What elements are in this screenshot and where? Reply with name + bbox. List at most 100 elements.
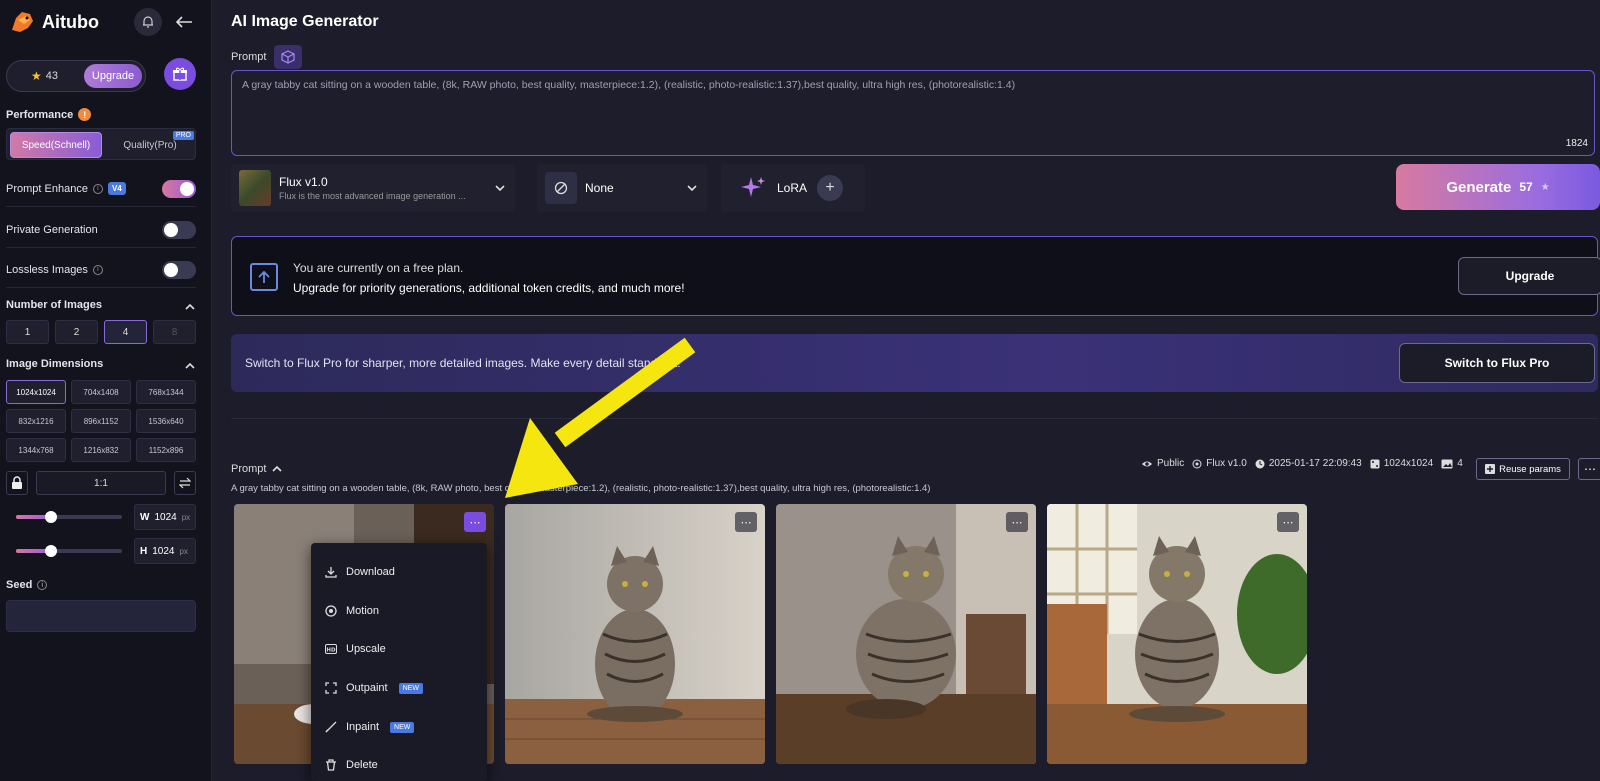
dimension-option[interactable]: 1536x640 (136, 409, 196, 433)
more-options-button[interactable]: ⋯ (1578, 458, 1600, 480)
image-menu-button[interactable]: ⋯ (1277, 512, 1299, 532)
height-slider[interactable] (16, 545, 122, 557)
sidebar: Aitubo ★ 43 Upgrade Performance ! Speed(… (0, 0, 212, 781)
prompt-enhance-toggle[interactable] (162, 179, 196, 198)
dimension-option[interactable]: 704x1408 (71, 380, 131, 404)
info-icon[interactable]: i (92, 264, 103, 275)
gift-icon (173, 67, 187, 81)
toggle-knob (164, 222, 178, 237)
private-generation-label: Private Generation (6, 224, 98, 236)
model-icon (1192, 459, 1202, 468)
menu-outpaint[interactable]: Outpaint NEW (325, 678, 423, 698)
slider-thumb[interactable] (44, 545, 57, 557)
divider (231, 418, 1598, 419)
menu-label: Motion (346, 605, 380, 617)
prompt-input[interactable]: A gray tabby cat sitting on a wooden tab… (231, 70, 1595, 156)
lossless-images-toggle[interactable] (162, 260, 196, 279)
result-image-4[interactable]: ⋯ (1047, 504, 1307, 764)
switch-flux-pro-button[interactable]: Switch to Flux Pro (1399, 343, 1595, 383)
count-option-4[interactable]: 4 (104, 320, 147, 344)
prompt-tools-button[interactable] (274, 45, 303, 69)
info-icon[interactable]: i (92, 183, 103, 194)
dimension-option[interactable]: 896x1152 (71, 409, 131, 433)
aspect-ratio-field[interactable]: 1:1 (36, 471, 166, 495)
seed-input[interactable] (6, 600, 196, 632)
width-slider[interactable] (16, 511, 122, 523)
meta-datetime-text: 2025-01-17 22:09:43 (1268, 458, 1362, 469)
meta-datetime: 2025-01-17 22:09:43 (1255, 458, 1362, 469)
image-menu-button[interactable]: ⋯ (735, 512, 757, 532)
menu-motion[interactable]: Motion (325, 601, 379, 621)
logo[interactable]: Aitubo (8, 8, 99, 36)
info-icon[interactable]: i (37, 580, 48, 590)
info-icon[interactable]: ! (78, 108, 92, 121)
upgrade-button[interactable]: Upgrade (84, 64, 142, 88)
chevron-up-icon (272, 465, 283, 472)
result-image-3[interactable]: ⋯ (776, 504, 1036, 764)
image-menu-button[interactable]: ⋯ (464, 512, 486, 532)
menu-label: Inpaint (346, 721, 380, 733)
motion-icon (325, 605, 337, 617)
model-thumbnail (239, 170, 271, 206)
collapse-sidebar-button[interactable] (172, 10, 196, 34)
history-prompt-header[interactable]: Prompt (231, 463, 283, 475)
prompt-char-count: 1824 (1565, 138, 1588, 149)
width-unit: px (181, 512, 191, 522)
eye-icon (1142, 461, 1152, 466)
number-of-images-label: Number of Images (6, 299, 102, 311)
swap-dimensions-button[interactable] (174, 471, 196, 495)
private-generation-toggle[interactable] (162, 220, 196, 239)
toggle-knob (180, 181, 194, 196)
model-select[interactable]: Flux v1.0 Flux is the most advanced imag… (231, 164, 515, 212)
image-menu-button[interactable]: ⋯ (1006, 512, 1028, 532)
reuse-params-button[interactable]: Reuse params (1476, 458, 1570, 480)
meta-size: 1024x1024 (1370, 458, 1433, 469)
dimension-option[interactable]: 1344x768 (6, 438, 66, 462)
quality-label: Quality(Pro) (123, 139, 177, 151)
flux-pro-banner: Switch to Flux Pro for sharper, more det… (231, 334, 1598, 392)
menu-inpaint[interactable]: Inpaint NEW (325, 717, 415, 737)
style-select[interactable]: None (537, 164, 707, 212)
generation-meta: Public Flux v1.0 2025-01-17 22:09:43 102… (1141, 458, 1463, 469)
dimension-option[interactable]: 768x1344 (136, 380, 196, 404)
meta-model: Flux v1.0 (1192, 458, 1247, 469)
image-context-menu: Download Motion HD Upscale Outpaint NEW … (311, 543, 487, 781)
dimension-option[interactable]: 1152x896 (136, 438, 196, 462)
chevron-up-icon[interactable] (185, 302, 195, 312)
dimension-option[interactable]: 1024x1024 (6, 380, 66, 404)
star-icon: ★ (1540, 181, 1550, 193)
chevron-up-icon[interactable] (185, 361, 195, 371)
generate-button[interactable]: Generate 57 ★ (1396, 164, 1600, 210)
meta-count: 4 (1441, 458, 1463, 469)
seed-label-text: Seed (6, 579, 33, 591)
quality-option[interactable]: Quality(Pro) PRO (105, 131, 195, 158)
cube-icon (281, 50, 296, 64)
lock-ratio-button[interactable] (6, 471, 28, 495)
gift-button[interactable] (164, 58, 196, 90)
count-option-1[interactable]: 1 (6, 320, 49, 344)
menu-download[interactable]: Download (325, 562, 395, 582)
sparkles-icon (741, 177, 765, 197)
notifications-button[interactable] (134, 8, 162, 36)
height-field[interactable]: H 1024 px (134, 538, 196, 564)
width-field[interactable]: W 1024 px (134, 504, 196, 530)
height-key: H (140, 545, 148, 557)
hd-icon: HD (325, 644, 337, 654)
dimension-option[interactable]: 832x1216 (6, 409, 66, 433)
result-image-2[interactable]: ⋯ (505, 504, 765, 764)
count-option-2[interactable]: 2 (55, 320, 98, 344)
lora-select[interactable]: LoRA + (721, 164, 865, 212)
count-option-8[interactable]: 8 (153, 320, 196, 344)
speed-option[interactable]: Speed(Schnell) (10, 132, 102, 158)
free-plan-line1: You are currently on a free plan. (293, 261, 464, 275)
meta-count-text: 4 (1457, 458, 1463, 469)
menu-upscale[interactable]: HD Upscale (325, 639, 386, 659)
slider-thumb[interactable] (44, 511, 57, 523)
add-lora-button[interactable]: + (817, 175, 844, 201)
dimension-option[interactable]: 1216x832 (71, 438, 131, 462)
prompt-enhance-row: Prompt Enhance i V4 (6, 171, 196, 207)
image-icon (1441, 459, 1453, 468)
banner-upgrade-button[interactable]: Upgrade (1458, 257, 1600, 295)
aspect-ratio-row: 1:1 (6, 471, 196, 495)
menu-delete[interactable]: Delete (325, 755, 378, 775)
